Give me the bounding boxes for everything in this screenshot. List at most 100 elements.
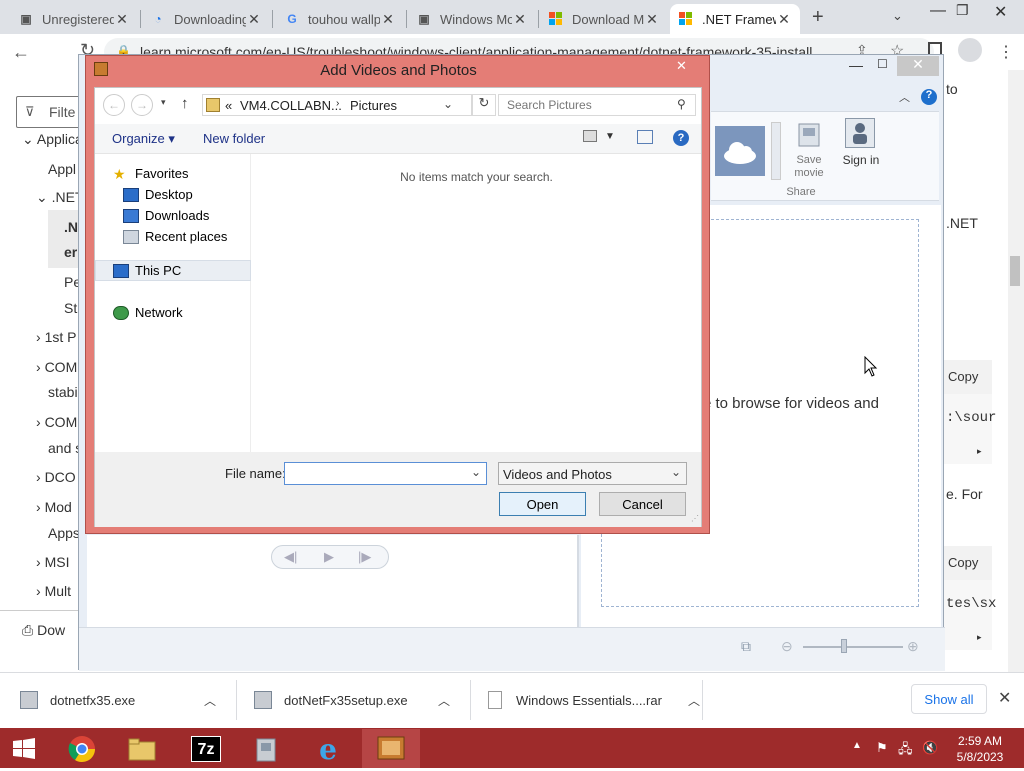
preview-pane-icon[interactable] bbox=[637, 130, 653, 144]
play-icon[interactable]: ▶ bbox=[324, 549, 334, 565]
file-explorer-icon[interactable] bbox=[122, 732, 162, 766]
sidebar-item[interactable]: .N bbox=[64, 219, 78, 235]
help-icon[interactable]: ? bbox=[673, 130, 689, 146]
nav-favorites[interactable]: ★ Favorites bbox=[113, 166, 188, 181]
seven-zip-icon[interactable]: 7z bbox=[186, 732, 226, 766]
open-button[interactable]: Open bbox=[499, 492, 586, 516]
maximize-icon[interactable]: ☐ bbox=[877, 57, 888, 71]
copy-button[interactable]: Copy bbox=[944, 546, 992, 580]
close-icon[interactable]: ✕ bbox=[512, 11, 528, 28]
breadcrumb-parent[interactable]: VM4.COLLABN... bbox=[240, 98, 342, 113]
recent-locations-icon[interactable]: ▾ bbox=[161, 97, 166, 108]
nav-network[interactable]: Network bbox=[113, 305, 183, 320]
clock[interactable]: 2:59 AM 5/8/2023 bbox=[950, 733, 1010, 765]
close-window-icon[interactable]: ✕ bbox=[994, 2, 1007, 22]
scrollbar-thumb[interactable] bbox=[1010, 256, 1020, 286]
zoom-in-icon[interactable]: ⊕ bbox=[907, 638, 919, 655]
file-list[interactable]: No items match your search. bbox=[252, 154, 701, 460]
filter-input[interactable]: ⊽ Filte bbox=[16, 96, 86, 128]
download-item[interactable]: dotnetfx35.exe ︿ bbox=[20, 672, 216, 728]
sidebar-item[interactable]: › MSI bbox=[36, 554, 69, 570]
cloud-icon[interactable] bbox=[715, 126, 765, 176]
sidebar-item[interactable]: › COM bbox=[36, 359, 77, 375]
tab-downloading[interactable]: ◔ Downloading ✕ bbox=[142, 4, 270, 34]
forward-icon[interactable]: → bbox=[131, 94, 153, 116]
zoom-slider[interactable] bbox=[803, 646, 903, 648]
close-icon[interactable]: ✕ bbox=[776, 11, 792, 28]
chrome-icon[interactable] bbox=[62, 732, 102, 766]
next-frame-icon[interactable]: |▶ bbox=[358, 549, 371, 565]
copy-button[interactable]: Copy bbox=[944, 360, 992, 394]
minimize-icon[interactable]: — bbox=[849, 57, 863, 73]
breadcrumb-current[interactable]: Pictures bbox=[350, 98, 397, 113]
sidebar-item[interactable]: › COM bbox=[36, 414, 77, 430]
action-center-icon[interactable]: ⚑ bbox=[876, 740, 888, 756]
installer-icon[interactable] bbox=[246, 732, 286, 766]
close-window-icon[interactable]: ✕ bbox=[897, 56, 939, 76]
save-movie-icon[interactable] bbox=[795, 120, 825, 150]
tab-dotnet-framework[interactable]: .NET Framew ✕ bbox=[670, 4, 800, 34]
show-all-button[interactable]: Show all bbox=[911, 684, 987, 714]
previous-frame-icon[interactable]: ◀| bbox=[284, 549, 297, 565]
change-view-icon[interactable] bbox=[583, 130, 597, 142]
scroll-right-icon[interactable]: ▸ bbox=[977, 632, 982, 643]
movie-maker-taskbar-item[interactable] bbox=[362, 729, 420, 768]
sidebar-item[interactable]: Appl bbox=[48, 161, 76, 177]
profile-avatar[interactable] bbox=[958, 38, 982, 62]
help-icon[interactable]: ? bbox=[921, 89, 937, 105]
minimize-icon[interactable]: — bbox=[930, 2, 946, 20]
download-pdf-link[interactable]: ⎙ Dow bbox=[22, 622, 65, 639]
cancel-button[interactable]: Cancel bbox=[599, 492, 686, 516]
chevron-down-icon[interactable]: ⌄ bbox=[471, 465, 481, 479]
chevron-down-icon[interactable]: ⌄ bbox=[443, 97, 453, 111]
new-tab-icon[interactable]: + bbox=[812, 6, 824, 29]
volume-muted-icon[interactable]: 🔇 bbox=[922, 740, 938, 756]
sidebar-item[interactable]: St bbox=[64, 300, 77, 316]
close-icon[interactable]: ✕ bbox=[998, 688, 1011, 708]
zoom-out-icon[interactable]: ⊖ bbox=[781, 638, 793, 655]
chevron-down-icon[interactable]: ⌄ bbox=[892, 8, 903, 24]
internet-explorer-icon[interactable]: e bbox=[308, 732, 348, 766]
sidebar-item[interactable]: › Mod bbox=[36, 499, 72, 515]
back-icon[interactable]: ← bbox=[103, 94, 125, 116]
tab-download-m[interactable]: Download M ✕ bbox=[540, 4, 668, 34]
download-item[interactable]: Windows Essentials....rar ︿ bbox=[488, 672, 700, 728]
chevron-up-icon[interactable]: ︿ bbox=[688, 692, 700, 709]
resize-grip-icon[interactable]: ⋰ bbox=[691, 514, 699, 523]
tab-unregistered[interactable]: ▣ Unregistered ✕ bbox=[10, 4, 138, 34]
address-breadcrumb[interactable]: « VM4.COLLABN... › Pictures ⌄ bbox=[202, 94, 472, 116]
menu-icon[interactable]: ⋮ bbox=[998, 42, 1014, 62]
collapse-ribbon-icon[interactable]: ︿ bbox=[899, 89, 910, 105]
show-hidden-icons-icon[interactable]: ▲ bbox=[852, 740, 862, 751]
close-icon[interactable]: ✕ bbox=[644, 11, 660, 28]
sidebar-item[interactable]: › DCO bbox=[36, 469, 76, 485]
close-icon[interactable]: ✕ bbox=[380, 11, 396, 28]
scroll-right-icon[interactable]: ▸ bbox=[977, 446, 982, 457]
zoom-slider-thumb[interactable] bbox=[841, 639, 847, 653]
new-folder-button[interactable]: New folder bbox=[203, 131, 265, 146]
page-scrollbar[interactable] bbox=[1008, 70, 1024, 672]
sidebar-item[interactable]: ⌄ .NET bbox=[36, 189, 84, 206]
sign-in-button[interactable]: Sign in bbox=[839, 154, 883, 167]
up-icon[interactable]: ↑ bbox=[181, 95, 189, 112]
refresh-icon[interactable]: ↻ bbox=[472, 94, 496, 116]
file-name-input[interactable]: ⌄ bbox=[284, 462, 487, 485]
sidebar-item[interactable]: › Mult bbox=[36, 583, 71, 599]
tab-touhou[interactable]: G touhou wallp ✕ bbox=[276, 4, 404, 34]
gallery-scroll[interactable] bbox=[771, 122, 781, 180]
network-icon[interactable]: 🖧 bbox=[898, 740, 913, 762]
chevron-up-icon[interactable]: ︿ bbox=[204, 692, 216, 709]
file-type-select[interactable]: Videos and Photos ⌄ bbox=[498, 462, 687, 485]
organize-menu[interactable]: Organize ▾ bbox=[112, 131, 175, 147]
nav-this-pc[interactable]: This PC bbox=[113, 263, 181, 278]
restore-icon[interactable]: ❐ bbox=[956, 2, 969, 19]
close-icon[interactable]: ✕ bbox=[114, 11, 130, 28]
nav-desktop[interactable]: Desktop bbox=[123, 187, 193, 202]
thumbnail-size-icon[interactable]: ⧉ bbox=[741, 638, 751, 655]
sign-in-icon[interactable] bbox=[845, 118, 875, 148]
close-icon[interactable]: ✕ bbox=[246, 11, 262, 28]
sidebar-item[interactable]: › 1st P bbox=[36, 329, 76, 345]
chevron-right-icon[interactable]: › bbox=[336, 98, 339, 109]
nav-downloads[interactable]: Downloads bbox=[123, 208, 209, 223]
back-icon[interactable]: ← bbox=[12, 42, 30, 63]
